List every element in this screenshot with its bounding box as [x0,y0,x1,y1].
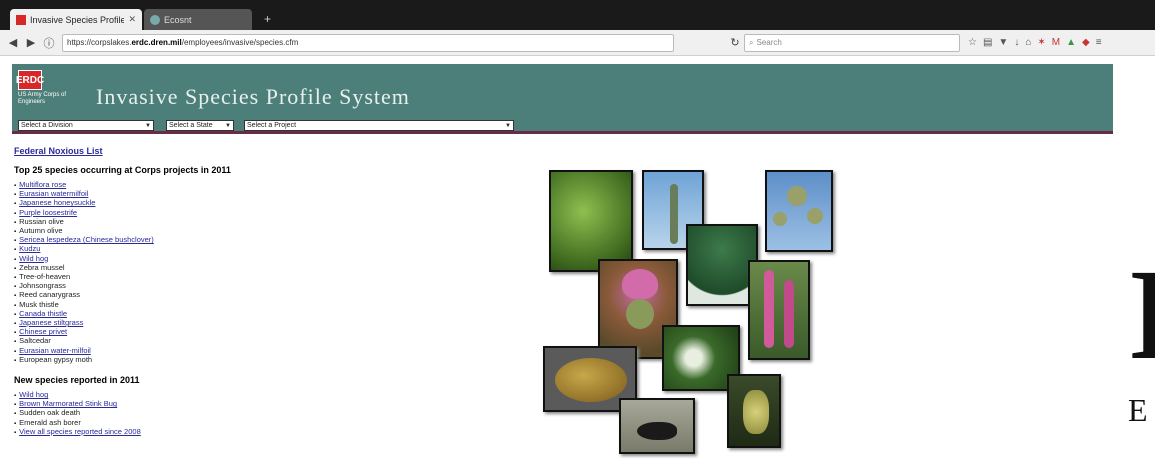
top-species-name: Saltcedar [19,336,51,346]
partial-heading-letter: I [1128,243,1155,387]
new-species-name: Sudden oak death [19,408,81,418]
new-species-heading: New species reported in 2011 [14,375,140,386]
tab-active[interactable]: Invasive Species Profile Syst... ✕ [10,9,142,30]
star-icon[interactable]: ☆ [968,37,977,48]
tab-inactive[interactable]: Ecosnt ✕ [144,9,252,30]
tab-title: Invasive Species Profile Syst... [30,14,125,25]
top-species-item: Reed canarygrass [14,291,314,300]
tab-title: Ecosnt [164,14,192,25]
top-species-name[interactable]: Japanese honeysuckle [19,198,95,207]
reader-icon[interactable]: ▤ [983,37,992,48]
division-select[interactable]: Select a Division ▼ [18,120,154,131]
new-species-name: Emerald ash borer [19,417,81,427]
back-icon[interactable]: ◀ [4,34,22,52]
new-species-name[interactable]: View all species reported since 2008 [19,427,141,436]
federal-noxious-link[interactable]: Federal Noxious List [14,146,314,156]
close-tab-icon[interactable]: ✕ [238,14,246,25]
download-icon[interactable]: ↓ [1014,37,1019,48]
browser-nav-bar: ◀ ▶ ⓘ https://corpslakes. erdc.dren.mil/e… [0,30,1155,56]
top-species-list: Multiflora roseEurasian watermilfoilJapa… [14,180,314,365]
menu-icon[interactable]: ≡ [1096,37,1102,48]
species-lists: Federal Noxious List Top 25 species occu… [14,146,314,437]
url-bar[interactable]: https://corpslakes. erdc.dren.mil/employe… [62,33,674,52]
partial-subheading-letter: E [1128,392,1148,428]
forward-icon[interactable]: ▶ [22,34,40,52]
addon-icon[interactable]: ✶ [1037,37,1045,48]
project-select[interactable]: Select a Project ▼ [244,120,514,131]
browser-tab-bar: Invasive Species Profile Syst... ✕ Ecosn… [0,0,1155,30]
top-species-name: Zebra mussel [19,262,65,272]
favicon-icon [16,14,26,25]
reload-icon[interactable]: ↻ [726,34,744,52]
extension-icon[interactable]: ▲ [1066,37,1076,48]
top-species-name: European gypsy moth [19,354,93,364]
close-tab-icon[interactable]: ✕ [128,14,136,25]
pocket-icon[interactable]: ▼ [998,37,1008,48]
top-species-name[interactable]: Purple loosestrife [19,208,77,217]
photo-honeysuckle[interactable] [549,170,633,272]
logo-caption: US Army Corps of Engineers [18,92,67,105]
top-species-item[interactable]: Sericea lespedeza (Chinese bushclover) [14,236,314,245]
new-species-name[interactable]: Wild hog [19,390,48,399]
top-species-item[interactable]: Kudzu [14,245,314,254]
photo-wild-hog[interactable] [619,398,695,454]
top-species-name[interactable]: Sericea lespedeza (Chinese bushclover) [19,235,154,244]
photo-thistle-buds[interactable] [765,170,833,252]
new-species-list: Wild hogBrown Marmorated Stink BugSudden… [14,390,314,437]
top-species-name[interactable]: Eurasian water-milfoil [19,346,91,355]
photo-purple-loosestrife[interactable] [748,260,810,360]
top-species-name: Russian olive [19,216,64,226]
chevron-down-icon: ▼ [505,122,511,129]
top-species-name[interactable]: Wild hog [19,254,48,263]
extension2-icon[interactable]: ◆ [1082,37,1090,48]
favicon-icon [150,14,160,25]
top-species-name: Musk thistle [19,299,59,309]
state-select[interactable]: Select a State ▼ [166,120,234,131]
top-species-item[interactable]: Chinese privet [14,328,314,337]
corps-logo[interactable]: ERDC [16,70,44,90]
photo-lespedeza[interactable] [727,374,781,448]
toolbar-icons: ☆ ▤ ▼ ↓ ⌂ ✶ M ▲ ◆ ≡ [968,37,1102,48]
mail-icon[interactable]: M [1052,37,1060,48]
top-species-name: Tree-of-heaven [19,272,71,282]
home-icon[interactable]: ⌂ [1025,37,1031,48]
top-species-item: European gypsy moth [14,354,314,365]
top-species-name: Autumn olive [19,226,63,236]
new-species-name[interactable]: Brown Marmorated Stink Bug [19,399,117,408]
new-species-item[interactable]: View all species reported since 2008 [14,427,314,437]
top-species-name[interactable]: Multiflora rose [19,180,66,189]
page-title: Invasive Species Profile System [96,84,410,109]
chevron-down-icon: ▼ [145,122,151,129]
top-species-name[interactable]: Japanese stiltgrass [19,318,83,327]
site-header: ERDC US Army Corps of Engineers Invasive… [12,64,1113,134]
search-icon: ⌕ [749,37,754,47]
top-species-name[interactable]: Canada thistle [19,309,67,318]
search-input[interactable]: ⌕ Search [744,33,960,52]
top-species-name[interactable]: Chinese privet [19,327,67,336]
top-species-name[interactable]: Eurasian watermilfoil [19,189,88,198]
info-icon[interactable]: ⓘ [40,34,58,52]
chevron-down-icon: ▼ [225,122,231,129]
top-species-name: Reed canarygrass [19,290,81,300]
top-species-name[interactable]: Kudzu [19,244,40,253]
top-species-name: Johnsongrass [19,281,66,291]
new-tab-icon[interactable]: + [264,12,271,26]
top-species-heading: Top 25 species occurring at Corps projec… [14,165,231,175]
